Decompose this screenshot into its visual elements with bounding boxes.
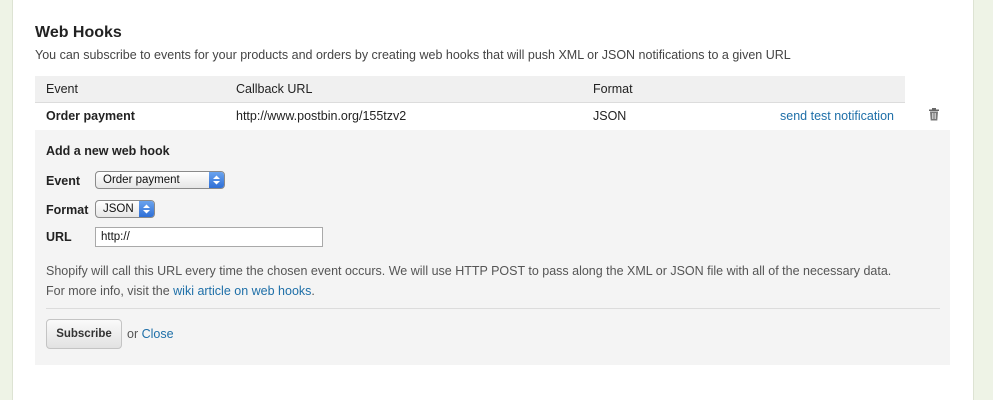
- webhooks-panel: Web Hooks You can subscribe to events fo…: [12, 0, 974, 400]
- format-select-value: JSON: [103, 203, 134, 215]
- row-action-cell: send test notification: [722, 102, 905, 129]
- help-text-suffix: .: [311, 284, 315, 298]
- add-webhook-title: Add a new web hook: [46, 144, 170, 158]
- column-header-event: Event: [35, 76, 225, 103]
- column-header-format: Format: [582, 76, 722, 103]
- event-label: Event: [46, 174, 81, 188]
- event-select-value: Order payment: [103, 174, 180, 186]
- close-link[interactable]: Close: [142, 327, 174, 341]
- row-event: Order payment: [46, 108, 135, 123]
- event-select[interactable]: Order payment: [95, 171, 225, 189]
- or-close: or Close: [127, 327, 174, 341]
- row-format: JSON: [593, 108, 627, 123]
- url-input[interactable]: [95, 227, 323, 247]
- column-header-actions: [722, 76, 905, 103]
- add-webhook-form: Add a new web hook Event Order payment F…: [35, 130, 950, 365]
- table-header-row: Event Callback URL Format: [35, 76, 905, 103]
- help-text-prefix: For more info, visit the: [46, 284, 170, 298]
- or-text: or: [127, 327, 139, 341]
- select-arrows-icon: [209, 172, 224, 188]
- row-callback-url: http://www.postbin.org/155tzv2: [236, 108, 407, 123]
- help-text: Shopify will call this URL every time th…: [46, 261, 946, 301]
- format-select[interactable]: JSON: [95, 200, 155, 218]
- section-title: Web Hooks: [35, 24, 122, 41]
- subscribe-button[interactable]: Subscribe: [46, 319, 122, 349]
- url-label: URL: [46, 230, 72, 244]
- send-test-notification-link[interactable]: send test notification: [780, 109, 894, 123]
- section-subtitle: You can subscribe to events for your pro…: [35, 48, 791, 62]
- wiki-article-link[interactable]: wiki article on web hooks: [173, 284, 311, 298]
- format-label: Format: [46, 203, 89, 217]
- form-divider: [46, 308, 940, 309]
- help-text-line2: For more info, visit the wiki article on…: [46, 281, 946, 301]
- trash-icon[interactable]: [928, 108, 942, 122]
- table-row: Order payment http://www.postbin.org/155…: [35, 102, 905, 129]
- select-arrows-icon: [139, 201, 154, 217]
- webhooks-table: Event Callback URL Format Order payment …: [35, 76, 905, 129]
- column-header-callback-url: Callback URL: [225, 76, 582, 103]
- help-text-line1: Shopify will call this URL every time th…: [46, 264, 892, 278]
